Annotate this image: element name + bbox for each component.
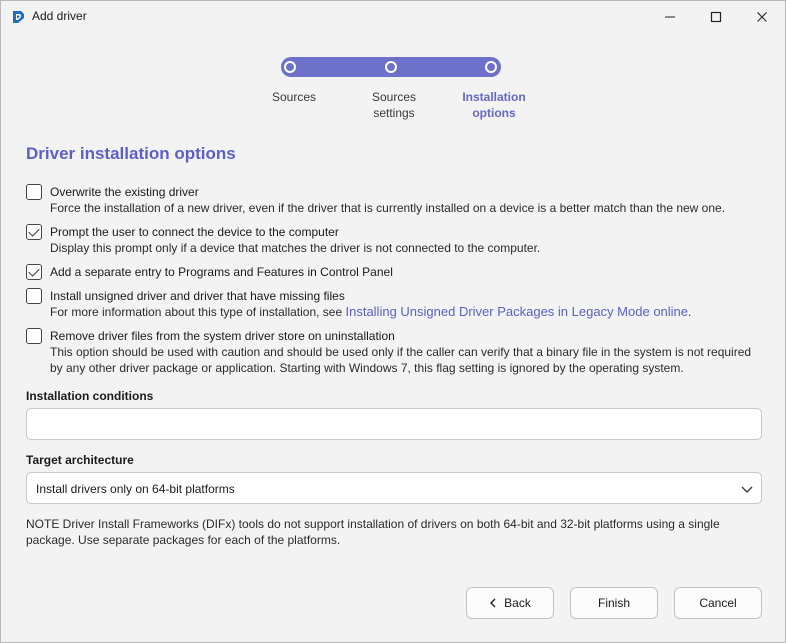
option-description: Force the installation of a new driver, …	[50, 201, 726, 215]
close-icon	[757, 11, 767, 22]
back-button-label: Back	[504, 596, 531, 610]
step-dot-installation-options[interactable]	[485, 61, 497, 73]
option-description: This option should be used with caution …	[50, 345, 752, 375]
advanced-installer-icon	[13, 11, 24, 23]
option-label: Prompt the user to connect the device to…	[50, 225, 339, 239]
close-button[interactable]	[739, 1, 785, 32]
chevron-down-icon	[741, 486, 753, 493]
step-dot-sources-settings[interactable]	[385, 61, 397, 73]
add-programs-features-entry-checkbox[interactable]	[26, 264, 42, 280]
install-unsigned-driver-checkbox[interactable]	[26, 288, 42, 304]
back-button[interactable]: Back	[466, 587, 554, 619]
finish-button[interactable]: Finish	[570, 587, 658, 619]
minimize-icon	[665, 16, 675, 17]
step-dot-sources[interactable]	[284, 61, 296, 73]
step-label-sources-settings[interactable]: Sources settings	[349, 89, 439, 121]
target-architecture-label: Target architecture	[26, 453, 134, 467]
option-label: Install unsigned driver and driver that …	[50, 289, 345, 303]
description-suffix: .	[688, 305, 692, 319]
difx-note: NOTE Driver Install Frameworks (DIFx) to…	[26, 517, 720, 547]
step-label-line: settings	[373, 106, 415, 120]
overwrite-existing-driver-checkbox[interactable]	[26, 184, 42, 200]
maximize-icon	[710, 11, 722, 22]
step-label-installation-options[interactable]: Installation options	[449, 89, 539, 121]
chevron-left-icon	[490, 598, 496, 608]
step-label-line: Sources	[271, 90, 317, 104]
target-architecture-value: Install drivers only on 64-bit platforms	[36, 482, 235, 496]
step-label-line: Installation	[462, 90, 526, 104]
target-architecture-select[interactable]: Install drivers only on 64-bit platforms	[26, 472, 762, 504]
option-description: For more information about this type of …	[50, 304, 766, 320]
minimize-button[interactable]	[647, 1, 693, 32]
description-prefix: For more information about this type of …	[50, 305, 346, 319]
step-label-sources[interactable]: Sources	[249, 89, 339, 105]
option-label: Remove driver files from the system driv…	[50, 329, 395, 343]
window-title: Add driver	[32, 9, 87, 23]
step-label-line: options	[472, 106, 516, 120]
page-title: Driver installation options	[26, 144, 236, 163]
maximize-button[interactable]	[693, 1, 739, 32]
step-label-line: Sources	[371, 90, 417, 104]
installation-conditions-label: Installation conditions	[26, 389, 154, 403]
option-label: Add a separate entry to Programs and Fea…	[50, 265, 393, 279]
cancel-button[interactable]: Cancel	[674, 587, 762, 619]
remove-driver-files-checkbox[interactable]	[26, 328, 42, 344]
option-label: Overwrite the existing driver	[50, 185, 199, 199]
title-bar: Add driver	[1, 1, 785, 32]
prompt-connect-device-checkbox[interactable]	[26, 224, 42, 240]
finish-button-label: Finish	[597, 596, 630, 610]
cancel-button-label: Cancel	[699, 596, 737, 610]
unsigned-driver-help-link[interactable]: Installing Unsigned Driver Packages in L…	[345, 304, 688, 319]
option-description: Display this prompt only if a device tha…	[50, 241, 541, 255]
installation-conditions-input[interactable]	[26, 408, 762, 440]
add-driver-dialog: Add driver Sources Sources settings Inst…	[0, 0, 786, 643]
